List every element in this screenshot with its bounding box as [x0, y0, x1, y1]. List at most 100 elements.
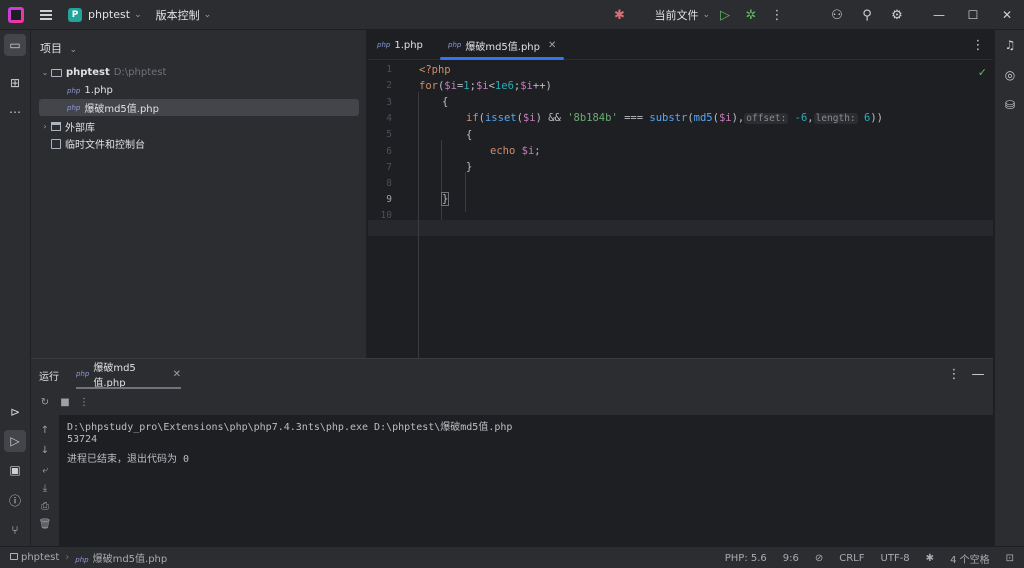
inspection-bug-icon[interactable]: ✱ — [926, 553, 934, 564]
line-number-gutter: 1 2 3 4 5 6 7 8 9 10 — [380, 64, 392, 221]
title-bar: P phptest ⌄ 版本控制 ⌄ ✱ 当前文件 ⌄ ▷ ✲ ⋮ ⚇ ⚲ ⚙ … — [0, 0, 1024, 30]
chevron-down-icon[interactable]: ⌄ — [134, 10, 142, 20]
more-vertical-icon[interactable]: ⋮ — [77, 395, 91, 409]
indent-guide — [418, 92, 419, 370]
run-panel-header: 运行 php 爆破md5值.php ✕ ⋮ — — [31, 359, 993, 389]
run-icon[interactable]: ▷ — [710, 0, 740, 30]
rerun-icon[interactable]: ↻ — [38, 395, 52, 409]
code-line-2[interactable]: for($i=1;$i<1e6;$i++) — [419, 78, 552, 94]
soft-wrap-icon[interactable]: ⤶ — [38, 463, 52, 477]
structure-icon[interactable]: ⊞ — [4, 72, 26, 94]
database-icon[interactable]: ⛁ — [999, 94, 1021, 116]
scratch-icon — [51, 138, 61, 149]
chevron-down-icon[interactable]: ⌄ — [39, 68, 51, 77]
run-side-toolbar: ↑ ↓ ⤶ ⤓ ⎙ 🗑 — [31, 415, 59, 547]
param-hint-length: length: — [813, 113, 858, 124]
indent-guide — [465, 172, 466, 212]
code-line-9[interactable]: } — [440, 191, 450, 207]
phpstorm-logo-icon — [8, 6, 24, 23]
run-panel-title: 运行 — [39, 372, 59, 383]
chevron-right-icon: › — [65, 552, 70, 563]
current-line-highlight — [368, 220, 993, 236]
file-encoding[interactable]: UTF-8 — [881, 553, 910, 564]
console-output-line: 进程已结束，退出代码为 0 — [67, 454, 190, 465]
code-line-4[interactable]: if(isset($i) && '8b184b' === substr(md5(… — [466, 110, 883, 126]
run-toolbar: ↻ ■ ⋮ — [31, 389, 993, 415]
run-panel: 运行 php 爆破md5值.php ✕ ⋮ — ↻ ■ ⋮ ↑ ↓ ⤶ ⤓ ⎙ … — [31, 358, 993, 547]
project-panel: 项目 ⌄ ⌄ phptest D:\phptest php 1.php php … — [31, 30, 367, 358]
console-output-line: 53724 — [67, 434, 98, 445]
more-horizontal-icon[interactable]: ⋯ — [4, 101, 26, 123]
php-file-icon: php — [67, 86, 81, 95]
code-line-7[interactable]: } — [466, 159, 472, 175]
tab-1php[interactable]: php 1.php — [377, 30, 423, 60]
clear-trash-icon[interactable]: 🗑 — [38, 517, 52, 531]
search-icon[interactable]: ⚲ — [852, 0, 882, 30]
chevron-down-icon[interactable]: ⌄ — [702, 10, 710, 20]
folder-icon — [51, 68, 62, 77]
arrow-up-icon[interactable]: ↑ — [38, 423, 52, 437]
code-editor: php 1.php php 爆破md5值.php ✕ ⋮ ✓ 1 2 3 4 5… — [368, 30, 993, 370]
close-icon[interactable]: ✕ — [990, 0, 1024, 30]
tree-root-phptest[interactable]: ⌄ phptest D:\phptest — [39, 64, 359, 81]
tree-external-libraries[interactable]: › 外部库 — [39, 118, 359, 135]
indent-setting[interactable]: 4 个空格 — [950, 551, 990, 566]
run-tool-icon[interactable]: ▷ — [4, 430, 26, 452]
lock-icon[interactable]: ⊡ — [1006, 553, 1014, 564]
tree-scratches[interactable]: 临时文件和控制台 — [39, 135, 359, 152]
vcs-menu-button[interactable]: 版本控制 — [156, 7, 200, 23]
tree-file-md5php[interactable]: php 爆破md5值.php — [39, 99, 359, 116]
cursor-position[interactable]: 9:6 — [783, 553, 799, 564]
code-line-6[interactable]: echo $i; — [490, 143, 541, 159]
project-folder-icon[interactable]: ▭ — [4, 34, 26, 56]
status-breadcrumb-root[interactable]: phptest — [10, 552, 59, 563]
run-config-selector[interactable]: 当前文件 — [654, 7, 698, 23]
settings-gear-icon[interactable]: ⚙ — [882, 0, 912, 30]
add-user-icon[interactable]: ⚇ — [822, 0, 852, 30]
scroll-to-end-icon[interactable]: ⤓ — [38, 481, 52, 495]
php-version[interactable]: PHP: 5.6 — [725, 553, 767, 564]
arrow-down-icon[interactable]: ↓ — [38, 443, 52, 457]
right-tool-strip: ♫ ◎ ⛁ — [994, 30, 1024, 546]
ai-assistant-icon[interactable]: ◎ — [999, 64, 1021, 86]
terminal-icon[interactable]: ▣ — [4, 459, 26, 481]
tab-md5php[interactable]: php 爆破md5值.php ✕ — [440, 30, 565, 60]
main-menu-icon[interactable] — [40, 9, 52, 20]
status-bar: phptest › php 爆破md5值.php PHP: 5.6 9:6 ⊘ C… — [0, 546, 1024, 568]
more-vertical-icon[interactable]: ⋮ — [762, 0, 792, 30]
debug-bug-icon[interactable]: ✱ — [604, 0, 634, 30]
git-branch-icon[interactable]: ⑂ — [4, 519, 26, 541]
close-run-tab-icon[interactable]: ✕ — [173, 369, 181, 380]
line-ending[interactable]: CRLF — [839, 553, 864, 564]
minimize-icon[interactable]: — — [922, 0, 956, 30]
project-name-button[interactable]: phptest — [88, 8, 130, 21]
php-file-icon: php — [448, 41, 462, 49]
code-line-3[interactable]: { — [442, 94, 448, 110]
debug-icon[interactable]: ✲ — [740, 0, 762, 30]
print-icon[interactable]: ⎙ — [38, 499, 52, 513]
maximize-icon[interactable]: ☐ — [956, 0, 990, 30]
project-panel-title[interactable]: 项目 ⌄ — [40, 40, 77, 56]
param-hint-offset: offset: — [744, 113, 789, 124]
editor-tabs: php 1.php php 爆破md5值.php ✕ ⋮ — [368, 30, 993, 60]
no-problems-check-icon[interactable]: ✓ — [978, 66, 987, 79]
indent-guide — [441, 140, 442, 220]
no-ai-icon[interactable]: ⊘ — [815, 553, 823, 564]
left-tool-strip: ▭ ⊞ ⋯ ⊳ ▷ ▣ ⓘ ⑂ — [0, 30, 31, 546]
more-vertical-icon[interactable]: ⋮ — [963, 30, 993, 60]
status-breadcrumb-file[interactable]: php 爆破md5值.php — [75, 550, 167, 565]
chevron-right-icon[interactable]: › — [39, 122, 51, 131]
stop-icon[interactable]: ■ — [58, 395, 72, 409]
project-badge[interactable]: P — [68, 7, 82, 22]
close-tab-icon[interactable]: ✕ — [548, 40, 556, 51]
notifications-bell-icon[interactable]: ♫ — [999, 34, 1021, 56]
run-tab-md5php[interactable]: php 爆破md5值.php ✕ — [76, 359, 181, 389]
code-line-1[interactable]: <?php — [419, 62, 451, 78]
problems-icon[interactable]: ⓘ — [4, 489, 26, 511]
php-file-icon: php — [67, 103, 81, 112]
chevron-down-icon[interactable]: ⌄ — [204, 10, 212, 20]
services-icon[interactable]: ⊳ — [4, 401, 26, 423]
code-line-5[interactable]: { — [466, 127, 472, 143]
tree-file-1php[interactable]: php 1.php — [39, 82, 359, 99]
hide-panel-icon[interactable]: — — [963, 359, 993, 389]
